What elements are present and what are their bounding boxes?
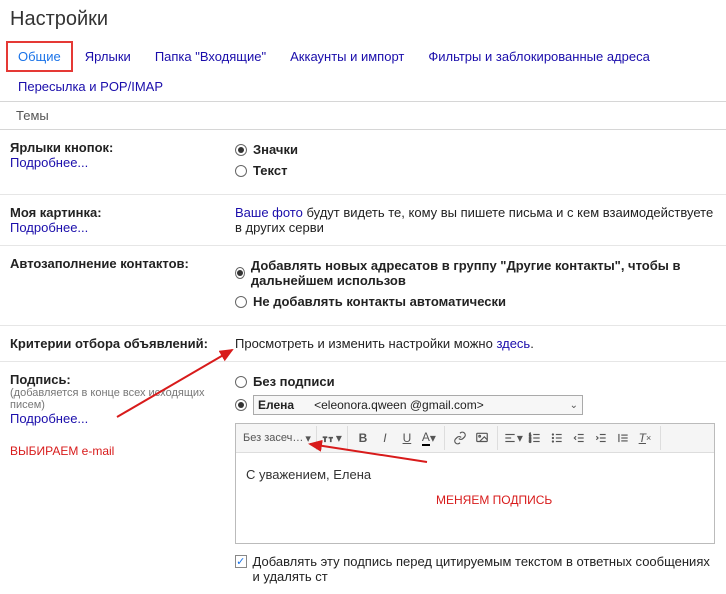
ad-criteria-link[interactable]: здесь xyxy=(496,336,530,351)
editor-toolbar: Без засеч… ▾ тT▾ B I U A▾ xyxy=(236,424,714,453)
section-my-picture: Моя картинка: Подробнее... Ваше фото буд… xyxy=(0,195,726,246)
your-photo-link[interactable]: Ваше фото xyxy=(235,205,303,220)
learn-more-link[interactable]: Подробнее... xyxy=(10,411,235,426)
section-ad-criteria: Критерии отбора объявлений: Просмотреть … xyxy=(0,326,726,362)
learn-more-link[interactable]: Подробнее... xyxy=(10,155,235,170)
radio-noadd-contacts-label: Не добавлять контакты автоматически xyxy=(253,294,506,309)
quote-button[interactable] xyxy=(613,428,633,448)
radio-noadd-contacts[interactable] xyxy=(235,296,247,308)
radio-no-signature-label: Без подписи xyxy=(253,374,335,389)
font-family-select[interactable]: Без засеч… ▾ xyxy=(243,428,311,448)
section-signature: Подпись: (добавляется в конце всех исход… xyxy=(0,362,726,594)
svg-text:T: T xyxy=(329,438,333,444)
signature-account-select[interactable]: Елена <eleonora.qween @gmail.com> ⌄ xyxy=(253,395,583,415)
bullet-list-button[interactable] xyxy=(547,428,567,448)
label-signature: Подпись: xyxy=(10,372,235,387)
caret-down-icon: ▾ xyxy=(305,432,311,445)
radio-icons-label: Значки xyxy=(253,142,298,157)
ad-criteria-text-pre: Просмотреть и изменить настройки можно xyxy=(235,336,496,351)
my-picture-text: будут видеть те, кому вы пишете письма и… xyxy=(235,205,713,235)
signature-select-name: Елена xyxy=(258,398,294,412)
learn-more-link[interactable]: Подробнее... xyxy=(10,220,235,235)
tab-themes[interactable]: Темы xyxy=(6,102,59,129)
label-autocomplete: Автозаполнение контактов: xyxy=(10,256,235,271)
checkbox-insert-before-quoted[interactable]: ✓ xyxy=(235,555,247,568)
annotation-select-email: ВЫБИРАЕМ e-mail xyxy=(10,444,235,458)
radio-use-signature[interactable] xyxy=(235,399,247,411)
radio-text-label: Текст xyxy=(253,163,287,178)
underline-button[interactable]: U xyxy=(397,428,417,448)
signature-textarea[interactable]: С уважением, Елена МЕНЯЕМ ПОДПИСЬ xyxy=(236,453,714,543)
section-autocomplete: Автозаполнение контактов: Добавлять новы… xyxy=(0,246,726,326)
indent-button[interactable] xyxy=(591,428,611,448)
radio-icons[interactable] xyxy=(235,144,247,156)
radio-add-contacts[interactable] xyxy=(235,267,245,279)
section-button-labels: Ярлыки кнопок: Подробнее... Значки Текст xyxy=(0,130,726,195)
signature-editor: Без засеч… ▾ тT▾ B I U A▾ xyxy=(235,423,715,544)
tabs-bar: Общие Ярлыки Папка "Входящие" Аккаунты и… xyxy=(0,41,726,102)
signature-select-email: <eleonora.qween @gmail.com> xyxy=(314,398,484,412)
clear-format-button[interactable]: T× xyxy=(635,428,655,448)
ad-criteria-text-post: . xyxy=(530,336,534,351)
page-title: Настройки xyxy=(0,0,726,41)
align-button[interactable]: ▾ xyxy=(503,428,523,448)
label-signature-sub: (добавляется в конце всех исходящих писе… xyxy=(10,387,235,411)
tab-accounts[interactable]: Аккаунты и импорт xyxy=(278,41,416,72)
numbered-list-button[interactable]: 123 xyxy=(525,428,545,448)
radio-add-contacts-label: Добавлять новых адресатов в группу "Друг… xyxy=(251,258,716,288)
text-color-button[interactable]: A▾ xyxy=(419,428,439,448)
chevron-down-icon: ⌄ xyxy=(570,400,578,411)
label-button-labels: Ярлыки кнопок: xyxy=(10,140,235,155)
tab-forwarding[interactable]: Пересылка и POP/IMAP xyxy=(6,71,175,102)
label-ad-criteria: Критерии отбора объявлений: xyxy=(10,336,235,351)
tab-inbox[interactable]: Папка "Входящие" xyxy=(143,41,278,72)
tab-filters[interactable]: Фильтры и заблокированные адреса xyxy=(416,41,661,72)
radio-text[interactable] xyxy=(235,165,247,177)
image-button[interactable] xyxy=(472,428,492,448)
outdent-button[interactable] xyxy=(569,428,589,448)
tab-labels[interactable]: Ярлыки xyxy=(73,41,143,72)
annotation-change-sig: МЕНЯЕМ ПОДПИСЬ xyxy=(436,493,552,507)
signature-body-text: С уважением, Елена xyxy=(246,467,371,482)
radio-no-signature[interactable] xyxy=(235,376,247,388)
italic-button[interactable]: I xyxy=(375,428,395,448)
bold-button[interactable]: B xyxy=(353,428,373,448)
label-my-picture: Моя картинка: xyxy=(10,205,235,220)
checkbox-insert-before-quoted-label: Добавлять эту подпись перед цитируемым т… xyxy=(253,554,716,584)
link-button[interactable] xyxy=(450,428,470,448)
svg-text:3: 3 xyxy=(529,440,531,444)
tab-general[interactable]: Общие xyxy=(6,41,73,72)
svg-text:т: т xyxy=(323,435,327,444)
font-size-button[interactable]: тT▾ xyxy=(322,428,342,448)
